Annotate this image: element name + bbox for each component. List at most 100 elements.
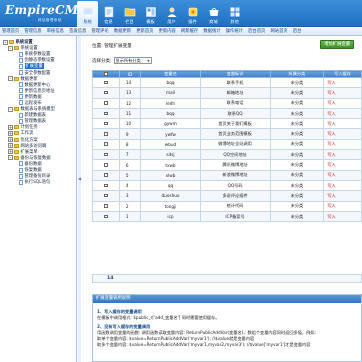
- write-cache-link[interactable]: 写入: [323, 138, 362, 151]
- write-cache-link[interactable]: 写入: [323, 200, 362, 212]
- cell-category: 未分类: [269, 128, 325, 140]
- subnav-link[interactable]: 更新首页: [136, 28, 153, 34]
- tree-label: 恢复数据: [24, 168, 42, 174]
- cell-name: mail: [140, 87, 201, 99]
- row-checkbox-cell: [92, 76, 120, 89]
- table-row: 9 ywfw 首页业务范围模板 未分类 写入: [92, 128, 362, 140]
- tab-label: 其他: [230, 19, 239, 24]
- row-checkbox[interactable]: [104, 173, 108, 177]
- row-checkbox[interactable]: [104, 214, 108, 218]
- top-header: EmpireCMS 网站管理系统 系统 信息 栏目 模板 用户 插件 商城 其他: [0, 0, 362, 27]
- row-checkbox-cell: [92, 169, 120, 181]
- expand-icon[interactable]: +: [8, 124, 13, 130]
- tree-item[interactable]: 执行SQL语句: [3, 179, 76, 185]
- write-cache-link[interactable]: 写入: [323, 76, 362, 89]
- subnav-link[interactable]: 管理评论: [92, 28, 109, 34]
- tree-label: 远程发布: [24, 100, 42, 106]
- write-cache-link[interactable]: 写入: [323, 190, 362, 202]
- select-all-checkbox[interactable]: [104, 72, 108, 76]
- row-checkbox[interactable]: [104, 163, 108, 167]
- cell-category: 未分类: [269, 169, 325, 181]
- row-checkbox[interactable]: [104, 204, 108, 208]
- tab-column[interactable]: 栏目: [119, 1, 140, 27]
- tree-label: 备份数据: [24, 161, 42, 167]
- write-cache-link[interactable]: 写入: [323, 128, 362, 140]
- subnav-link[interactable]: 网站首页: [271, 28, 288, 34]
- write-cache-link[interactable]: 写入: [323, 210, 362, 223]
- write-cache-link[interactable]: 写入: [323, 97, 362, 109]
- row-checkbox[interactable]: [104, 152, 108, 157]
- row-checkbox[interactable]: [104, 121, 108, 126]
- subnav-link[interactable]: 数据统计: [203, 28, 220, 34]
- sub-navigation: 管理首页 管理信息 审核信息 签发信息 管理评论 数据更新 更新首页 更新内容 刷新缓存 数据统计…: [0, 27, 362, 36]
- add-variable-button[interactable]: 增加扩展变量: [320, 40, 354, 49]
- write-cache-link[interactable]: 写入: [323, 118, 362, 130]
- row-checkbox[interactable]: [104, 101, 108, 105]
- table-row: 12 ledh 联系电话 未分类 写入: [92, 97, 362, 109]
- folder-icon: [14, 137, 19, 142]
- header-category: 所属分类: [269, 70, 325, 78]
- category-select[interactable]: 显示所有分类: [113, 57, 152, 64]
- cell-category: 未分类: [269, 200, 325, 212]
- subnav-link[interactable]: 后台: [293, 28, 302, 34]
- row-checkbox[interactable]: [104, 111, 108, 116]
- tab-template[interactable]: 模板: [140, 1, 161, 27]
- cell-title: 统计代码: [199, 200, 271, 212]
- collapse-icon[interactable]: -: [8, 45, 13, 51]
- breadcrumb: 位置: 管理扩展变量: [92, 44, 132, 49]
- tab-shop[interactable]: 商城: [203, 1, 224, 27]
- subnav-link[interactable]: 审核信息: [47, 28, 64, 34]
- row-checkbox[interactable]: [104, 90, 108, 95]
- row-checkbox-cell: [92, 107, 120, 120]
- tree-label: 管理备份目录: [24, 174, 51, 180]
- tab-user[interactable]: 用户: [161, 1, 182, 27]
- subnav-link[interactable]: 管理首页: [2, 28, 19, 34]
- other-icon: [228, 5, 241, 18]
- info-icon: [102, 5, 115, 18]
- tab-info[interactable]: 信息: [98, 1, 119, 27]
- row-checkbox[interactable]: [104, 193, 108, 198]
- folder-icon: [14, 155, 19, 160]
- tree-label: 计划任务: [20, 125, 38, 131]
- expand-icon[interactable]: +: [8, 137, 13, 143]
- write-cache-link[interactable]: 写入: [323, 149, 362, 161]
- expand-icon[interactable]: +: [8, 143, 13, 149]
- collapse-icon[interactable]: -: [8, 155, 13, 161]
- write-cache-link[interactable]: 写入: [323, 87, 362, 99]
- folder-icon: [14, 131, 19, 136]
- cell-title: 首页业务范围模板: [199, 128, 271, 140]
- tab-other[interactable]: 其他: [224, 1, 245, 27]
- user-icon: [165, 5, 178, 18]
- row-checkbox-cell: [92, 210, 120, 223]
- tab-computer[interactable]: 系统: [77, 1, 98, 27]
- subnav-link[interactable]: 数据更新: [114, 28, 131, 34]
- tab-plugin[interactable]: 插件: [182, 1, 203, 27]
- write-cache-link[interactable]: 写入: [323, 179, 362, 192]
- row-checkbox[interactable]: [104, 183, 108, 188]
- collapse-arrow-icon[interactable]: ◀: [78, 176, 81, 181]
- subnav-link[interactable]: 更新内容: [159, 28, 176, 34]
- table-header-row: ID 变量名 变量标识 所属分类 写入缓存: [92, 70, 362, 78]
- collapse-icon[interactable]: -: [3, 39, 8, 45]
- write-cache-link[interactable]: 写入: [323, 159, 362, 171]
- folder-icon: [14, 76, 19, 81]
- subnav-link[interactable]: 刷新缓存: [181, 28, 198, 34]
- row-checkbox[interactable]: [104, 132, 108, 136]
- expand-icon[interactable]: +: [8, 130, 13, 136]
- row-checkbox[interactable]: [104, 80, 108, 85]
- table-row: 7 sdsj QQ空间地址 未分类 写入: [92, 149, 362, 161]
- folder-icon: [9, 40, 14, 45]
- cell-category: 未分类: [269, 97, 325, 109]
- subnav-link[interactable]: 签发信息: [69, 28, 86, 34]
- write-cache-link[interactable]: 写入: [323, 169, 362, 181]
- sidebar-splitter[interactable]: ◀: [78, 36, 81, 362]
- subnav-link[interactable]: 操作统计: [226, 28, 243, 34]
- subnav-link[interactable]: 后台首页: [248, 28, 265, 34]
- expand-icon[interactable]: +: [8, 149, 13, 155]
- subnav-link[interactable]: 管理信息: [24, 28, 41, 34]
- collapse-icon[interactable]: -: [8, 106, 13, 112]
- write-cache-link[interactable]: 写入: [323, 107, 362, 120]
- collapse-icon[interactable]: -: [8, 76, 13, 82]
- row-checkbox[interactable]: [104, 142, 108, 146]
- tree-label: 数据更新中心: [24, 82, 51, 88]
